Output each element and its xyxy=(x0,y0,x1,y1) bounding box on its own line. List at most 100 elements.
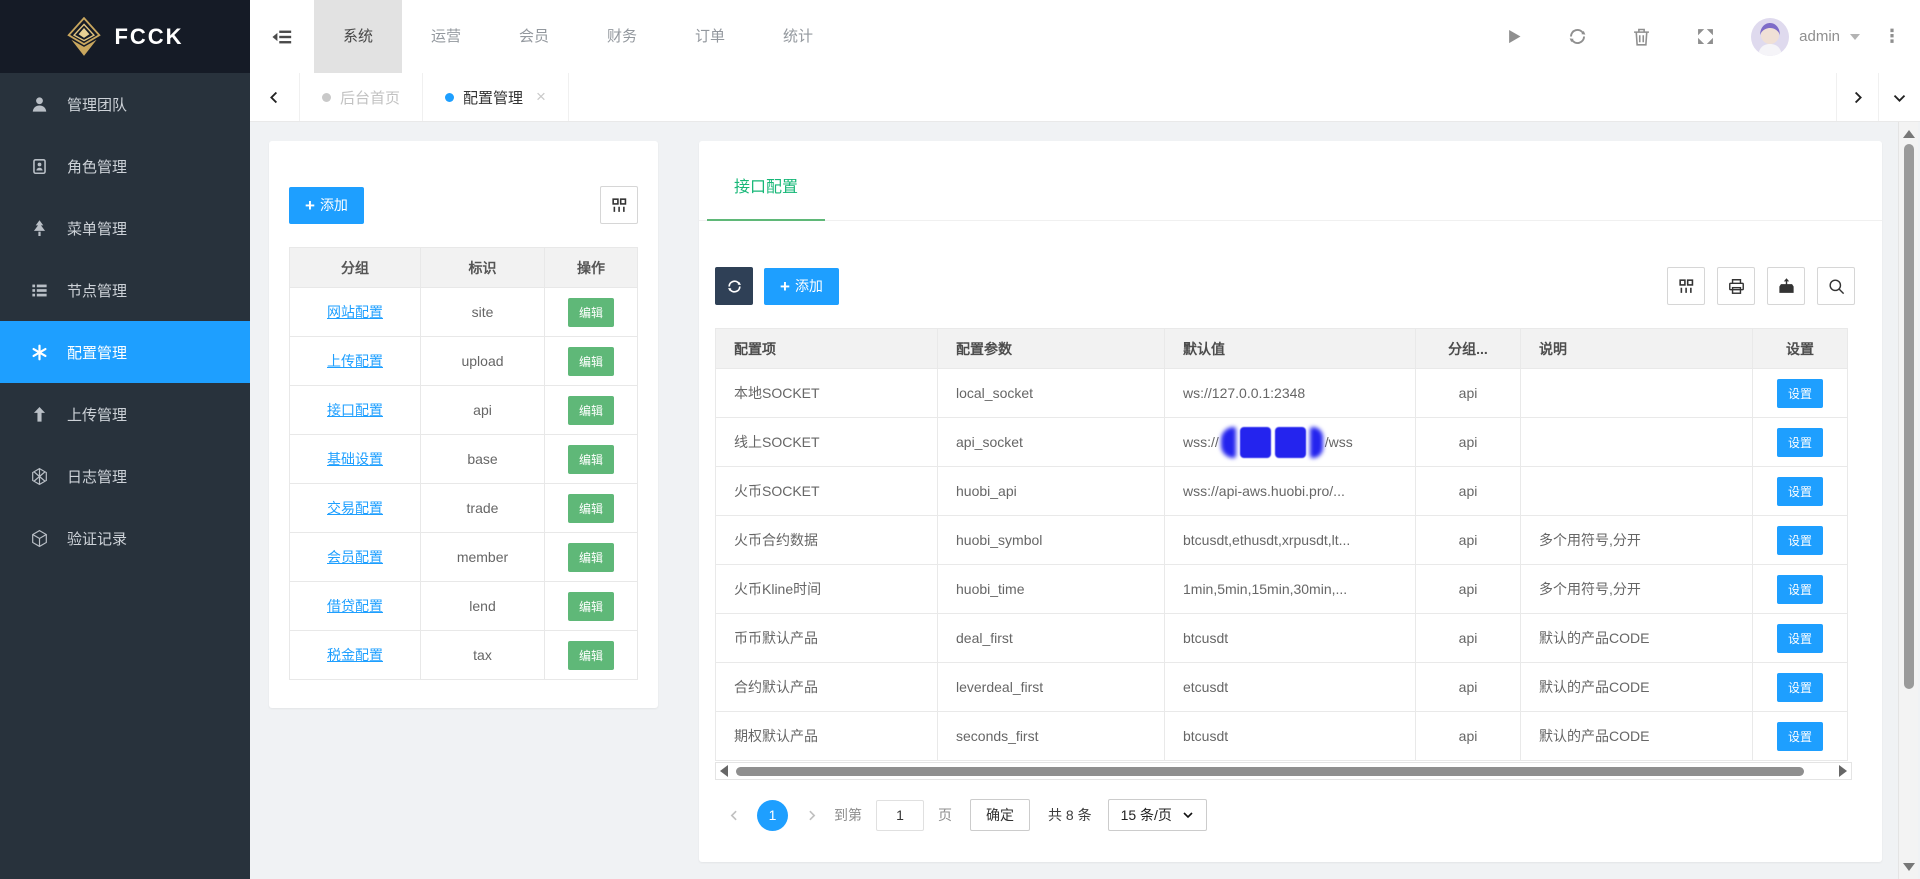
edit-button[interactable]: 编辑 xyxy=(567,346,614,376)
tab-home[interactable]: 后台首页 xyxy=(300,73,424,121)
vertical-scrollbar[interactable] xyxy=(1898,122,1918,879)
settings-button[interactable]: 设置 xyxy=(1776,427,1823,457)
settings-button[interactable]: 设置 xyxy=(1776,476,1823,506)
edit-button[interactable]: 编辑 xyxy=(567,297,614,327)
edit-button[interactable]: 编辑 xyxy=(567,591,614,621)
topnav-item-finance[interactable]: 财务 xyxy=(578,0,666,73)
page-size-select[interactable]: 15 条/页 xyxy=(1107,799,1207,831)
config-group: api xyxy=(1415,613,1521,663)
settings-button[interactable]: 设置 xyxy=(1776,525,1823,555)
config-value: etcusdt xyxy=(1164,662,1416,712)
tabs-scroll-left-button[interactable] xyxy=(250,73,300,121)
more-actions-button[interactable]: ⋮ xyxy=(1874,0,1910,73)
tab-api-config[interactable]: 接口配置 xyxy=(707,163,826,221)
edit-button[interactable]: 编辑 xyxy=(567,542,614,572)
search-icon xyxy=(1828,278,1844,294)
sidebar-item-verify[interactable]: 验证记录 xyxy=(0,507,250,569)
scroll-right-arrow-icon[interactable] xyxy=(1839,765,1847,777)
topnav-item-system[interactable]: 系统 xyxy=(314,0,402,73)
group-link[interactable]: 税金配置 xyxy=(327,647,383,663)
close-icon[interactable]: × xyxy=(536,87,546,107)
sidebar-item-label: 上传管理 xyxy=(67,406,128,424)
edit-button[interactable]: 编辑 xyxy=(567,640,614,670)
sidebar-item-node[interactable]: 节点管理 xyxy=(0,259,250,321)
user-menu[interactable]: admin xyxy=(1737,17,1874,56)
sidebar-item-team[interactable]: 管理团队 xyxy=(0,73,250,135)
topnav-item-stats[interactable]: 统计 xyxy=(754,0,842,73)
group-key: trade xyxy=(420,483,545,533)
current-page-button[interactable]: 1 xyxy=(757,799,788,831)
horizontal-scrollbar[interactable] xyxy=(715,762,1852,780)
tab-config[interactable]: 配置管理 × xyxy=(423,73,569,121)
redaction-block xyxy=(1239,426,1271,458)
confirm-page-button[interactable]: 确定 xyxy=(970,799,1030,831)
app-logo[interactable]: FCCK xyxy=(0,0,250,73)
sidebar-item-config[interactable]: 配置管理 xyxy=(0,321,250,383)
scroll-left-arrow-icon[interactable] xyxy=(720,765,728,777)
fullscreen-button[interactable] xyxy=(1673,0,1737,73)
group-link[interactable]: 会员配置 xyxy=(327,549,383,565)
scroll-up-arrow-icon[interactable] xyxy=(1903,130,1915,138)
refresh-icon xyxy=(727,279,741,293)
topnav-item-operation[interactable]: 运营 xyxy=(402,0,490,73)
group-key: tax xyxy=(420,630,545,680)
search-button[interactable] xyxy=(1817,267,1855,305)
edit-button[interactable]: 编辑 xyxy=(567,444,614,474)
sidebar-item-menu[interactable]: 菜单管理 xyxy=(0,197,250,259)
arrow-up-icon xyxy=(30,405,49,424)
print-button[interactable] xyxy=(1717,267,1755,305)
chevron-down-icon xyxy=(1893,94,1906,102)
add-group-button[interactable]: + 添加 xyxy=(289,186,364,224)
user-icon xyxy=(30,95,49,114)
config-table: 配置项 配置参数 默认值 分组... 说明 设置 本地SOCKET local_socket… xyxy=(715,328,1848,761)
group-link[interactable]: 借贷配置 xyxy=(327,598,383,614)
column-header: 分组 xyxy=(289,247,421,288)
group-link[interactable]: 上传配置 xyxy=(327,353,383,369)
settings-button[interactable]: 设置 xyxy=(1776,378,1823,408)
refresh-table-button[interactable] xyxy=(715,267,753,305)
main-content: + 添加 分组 标识 操作 网站配置 site 编辑 上传配置 upload 编辑 接口配置 ap… xyxy=(250,122,1920,879)
settings-button[interactable]: 设置 xyxy=(1776,574,1823,604)
refresh-icon xyxy=(1569,28,1586,45)
settings-button[interactable]: 设置 xyxy=(1776,672,1823,702)
toggle-columns-button[interactable] xyxy=(600,186,638,224)
avatar xyxy=(1751,17,1790,56)
group-panel: + 添加 分组 标识 操作 网站配置 site 编辑 上传配置 upload 编辑 接口配置 ap… xyxy=(269,141,658,708)
vertical-scrollbar-thumb[interactable] xyxy=(1904,144,1914,689)
tabs-scroll-right-button[interactable] xyxy=(1836,73,1878,121)
clear-cache-button[interactable] xyxy=(1609,0,1673,73)
scroll-down-arrow-icon[interactable] xyxy=(1903,863,1915,871)
edit-button[interactable]: 编辑 xyxy=(567,395,614,425)
add-config-button[interactable]: + 添加 xyxy=(764,267,839,305)
refresh-button[interactable] xyxy=(1545,0,1609,73)
config-note xyxy=(1520,466,1753,516)
config-item: 火币Kline时间 xyxy=(715,564,938,614)
topnav-item-member[interactable]: 会员 xyxy=(490,0,578,73)
settings-button[interactable]: 设置 xyxy=(1776,721,1823,751)
group-link[interactable]: 接口配置 xyxy=(327,402,383,418)
toggle-columns-button[interactable] xyxy=(1667,267,1705,305)
horizontal-scrollbar-thumb[interactable] xyxy=(736,767,1804,776)
sidebar-item-upload[interactable]: 上传管理 xyxy=(0,383,250,445)
run-button[interactable] xyxy=(1481,0,1545,73)
list-icon xyxy=(30,281,49,300)
next-page-button[interactable] xyxy=(796,800,826,830)
page-label: 页 xyxy=(938,807,952,823)
logo-text: FCCK xyxy=(114,23,184,49)
topnav-item-order[interactable]: 订单 xyxy=(666,0,754,73)
sidebar-collapse-button[interactable] xyxy=(250,0,314,73)
column-header: 设置 xyxy=(1752,328,1848,369)
export-button[interactable] xyxy=(1767,267,1805,305)
config-value: btcusdt xyxy=(1164,613,1416,663)
group-link[interactable]: 基础设置 xyxy=(327,451,383,467)
prev-page-button[interactable] xyxy=(719,800,749,830)
settings-button[interactable]: 设置 xyxy=(1776,623,1823,653)
group-link[interactable]: 网站配置 xyxy=(327,304,383,320)
page-number-input[interactable] xyxy=(876,799,924,831)
tabs-menu-button[interactable] xyxy=(1878,73,1920,121)
sidebar-item-log[interactable]: 日志管理 xyxy=(0,445,250,507)
config-item: 期权默认产品 xyxy=(715,711,938,761)
sidebar-item-role[interactable]: 角色管理 xyxy=(0,135,250,197)
edit-button[interactable]: 编辑 xyxy=(567,493,614,523)
group-link[interactable]: 交易配置 xyxy=(327,500,383,516)
